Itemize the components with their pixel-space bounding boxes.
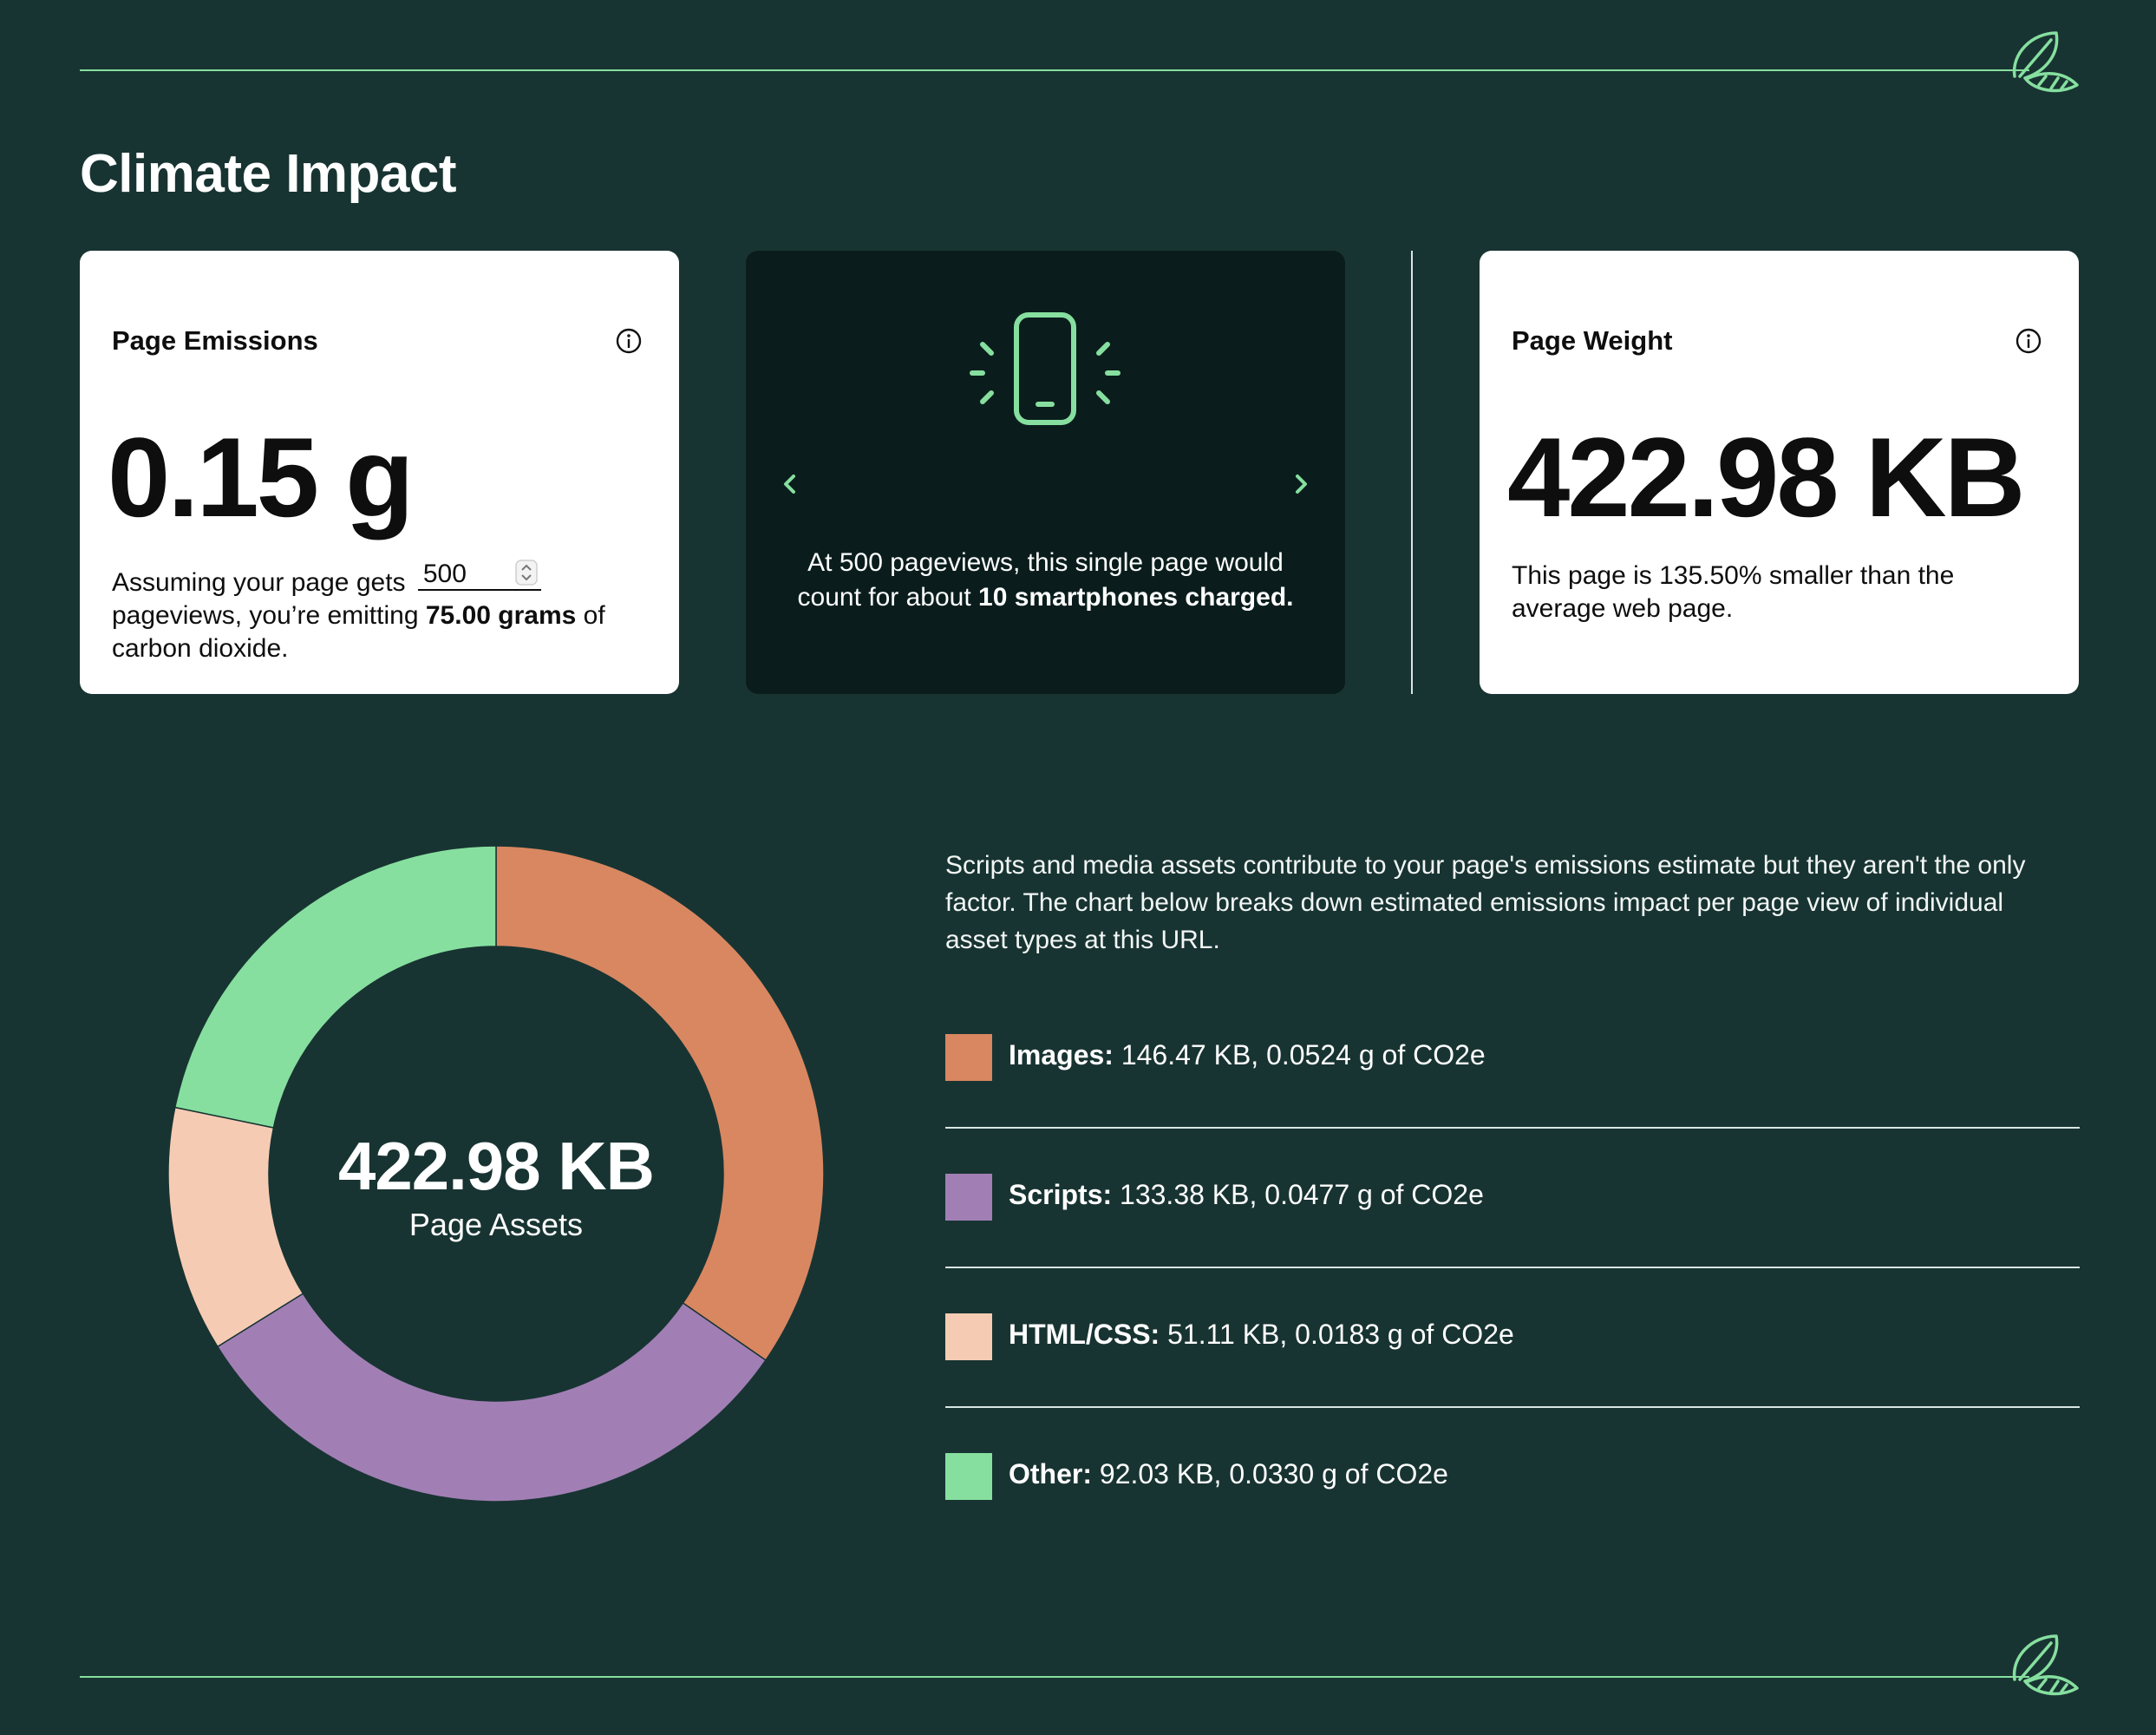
legend-label-html-css: HTML/CSS:: [1009, 1319, 1160, 1350]
page-emissions-value: 0.15 g: [108, 414, 415, 540]
legend-swatch-images: [945, 1034, 992, 1081]
emissions-text-middle: pageviews, you’re emitting: [112, 601, 419, 630]
legend-swatch-html-css: [945, 1313, 992, 1360]
legend-label-images: Images:: [1009, 1039, 1114, 1070]
donut-center-label: Page Assets: [408, 1207, 584, 1242]
info-icon[interactable]: [2015, 327, 2042, 355]
legend-detail-images: 146.47 KB, 0.0524 g of CO2e: [1120, 1039, 1486, 1070]
donut-center-value: 422.98 KB: [338, 1128, 655, 1204]
page-emissions-label: Page Emissions: [112, 325, 318, 356]
info-icon[interactable]: [615, 327, 643, 355]
donut-slice-images: [495, 845, 825, 1362]
equivalence-card: At 500 pageviews, this single page would…: [746, 251, 1345, 694]
legend-row-images: Images: 146.47 KB, 0.0524 g of CO2e: [945, 989, 2080, 1129]
assets-description: Scripts and media assets contribute to y…: [945, 851, 2026, 954]
legend-detail-html-css: 51.11 KB, 0.0183 g of CO2e: [1167, 1319, 1514, 1350]
leaf-logo-icon: [2012, 31, 2079, 93]
asset-donut-chart: 422.98 KB Page Assets: [167, 844, 826, 1503]
top-divider: [80, 69, 2029, 71]
donut-slice-other: [173, 845, 497, 1129]
emissions-text-before: Assuming your page gets: [112, 568, 406, 597]
page-title: Climate Impact: [80, 144, 457, 204]
vertical-divider: [1411, 251, 1413, 694]
legend-detail-other: 92.03 KB, 0.0330 g of CO2e: [1099, 1458, 1448, 1489]
page-weight-value: 422.98 KB: [1507, 414, 2025, 540]
legend-label-scripts: Scripts:: [1009, 1179, 1113, 1210]
donut-slice-scripts: [216, 1293, 767, 1503]
page-weight-label: Page Weight: [1512, 325, 1673, 356]
leaf-logo-icon: [2012, 1634, 2079, 1696]
pageviews-value: 500: [422, 560, 467, 588]
smartphone-icon: [970, 312, 1120, 425]
page-weight-card: Page Weight 422.98 KB This page is 135.5…: [1480, 251, 2079, 694]
page-emissions-text: Assuming your page gets 500 pageviews, y…: [112, 560, 627, 665]
chevron-right-icon[interactable]: [1290, 469, 1312, 499]
pageviews-input[interactable]: 500: [417, 560, 541, 591]
legend-detail-scripts: 133.38 KB, 0.0477 g of CO2e: [1120, 1179, 1484, 1210]
equivalence-text: At 500 pageviews, this single page would…: [781, 546, 1310, 615]
page-emissions-card: Page Emissions 0.15 g Assuming your page…: [80, 251, 679, 694]
asset-legend: Images: 146.47 KB, 0.0524 g of CO2e Scri…: [945, 989, 2080, 1548]
legend-row-html-css: HTML/CSS: 51.11 KB, 0.0183 g of CO2e: [945, 1268, 2080, 1408]
legend-swatch-other: [945, 1453, 992, 1500]
emissions-grams: 75.00 grams: [425, 601, 577, 630]
legend-swatch-scripts: [945, 1174, 992, 1221]
bottom-divider: [80, 1676, 2029, 1678]
chevron-left-icon[interactable]: [779, 469, 801, 499]
stepper-icon[interactable]: [515, 560, 538, 586]
page-weight-description: This page is 135.50% smaller than the av…: [1512, 561, 1955, 623]
equivalence-highlight: 10 smartphones charged.: [978, 583, 1294, 612]
legend-label-other: Other:: [1009, 1458, 1092, 1489]
legend-row-scripts: Scripts: 133.38 KB, 0.0477 g of CO2e: [945, 1129, 2080, 1268]
legend-row-other: Other: 92.03 KB, 0.0330 g of CO2e: [945, 1408, 2080, 1548]
